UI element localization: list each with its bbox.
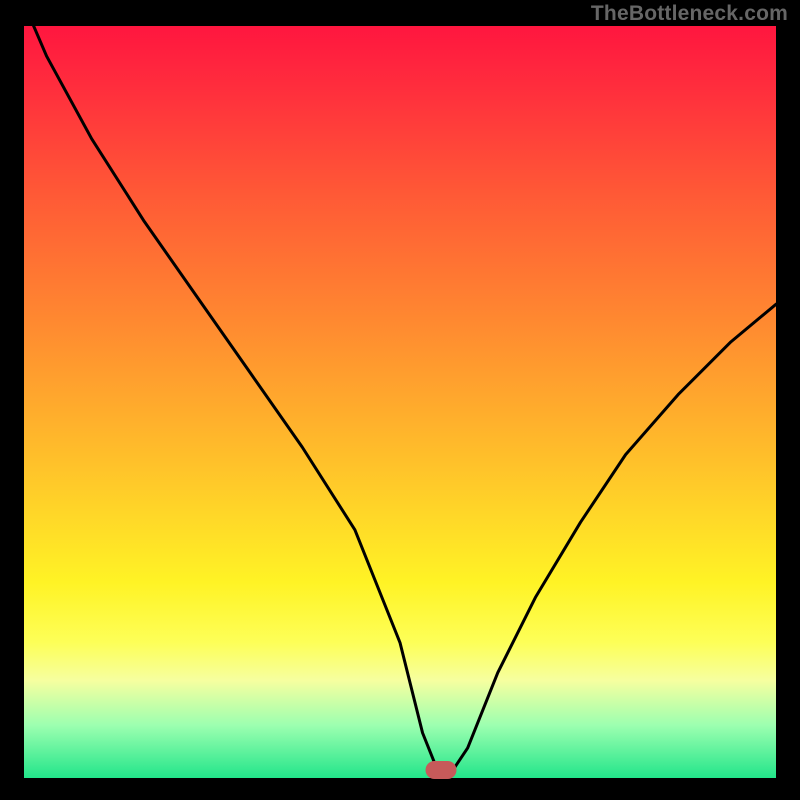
optimal-point-marker [426,761,457,779]
plot-area [24,26,776,778]
watermark-text: TheBottleneck.com [591,2,788,26]
heat-gradient [24,26,776,778]
chart-stage: TheBottleneck.com [0,0,800,800]
